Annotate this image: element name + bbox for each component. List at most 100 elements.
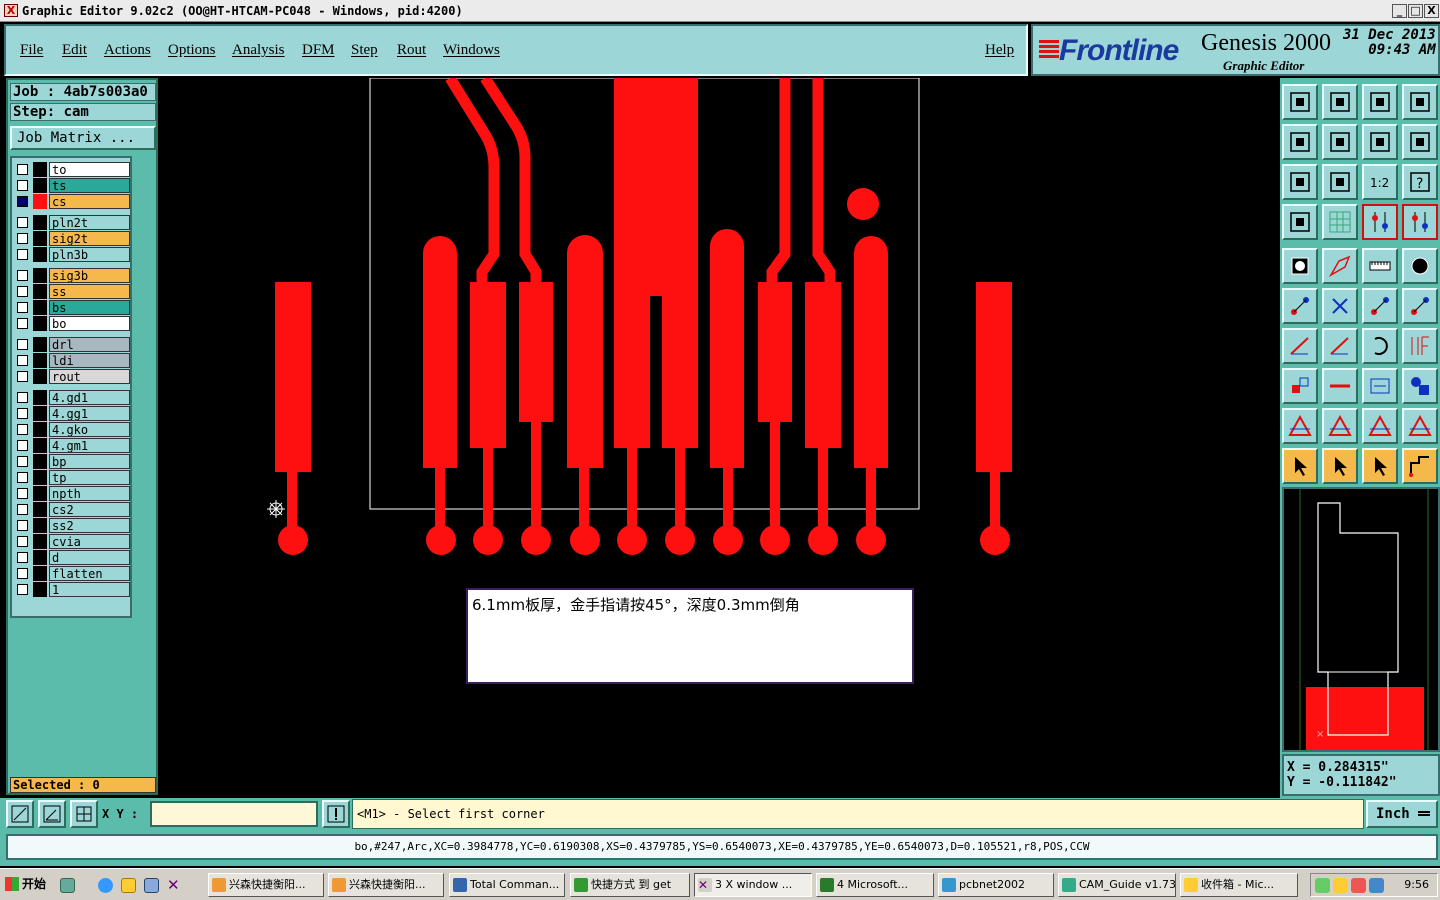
fit-button[interactable] (1282, 164, 1318, 200)
layer-checkbox[interactable] (17, 504, 28, 515)
layer-checkbox[interactable] (17, 408, 28, 419)
layer-row[interactable]: pln3b (13, 247, 131, 262)
task-button[interactable]: 兴森快捷衡阳... (328, 873, 444, 897)
layer-row[interactable]: ts (13, 178, 131, 193)
layer-row[interactable]: cs2 (13, 502, 131, 517)
layer-checkbox[interactable] (17, 302, 28, 313)
select-circle-button[interactable] (1362, 448, 1398, 484)
tray-icon[interactable] (1333, 878, 1348, 893)
tray-icon[interactable] (1351, 878, 1366, 893)
line-button[interactable] (1282, 328, 1318, 364)
layer-row[interactable]: d (13, 550, 131, 565)
layer-row[interactable]: bp (13, 454, 131, 469)
layer-row[interactable]: ss2 (13, 518, 131, 533)
drill-button[interactable] (1282, 204, 1318, 240)
minus-button[interactable] (1322, 368, 1358, 404)
layer-row[interactable]: npth (13, 486, 131, 501)
layer-checkbox[interactable] (17, 472, 28, 483)
layer-checkbox[interactable] (17, 552, 28, 563)
task-button[interactable]: CAM_Guide v1.73 (1058, 873, 1176, 897)
menu-help[interactable]: Help (985, 42, 1014, 59)
zoom-left-button[interactable] (1282, 124, 1318, 160)
task-button[interactable]: 兴森快捷衡阳... (208, 873, 324, 897)
layer-checkbox[interactable] (17, 286, 28, 297)
pad-button[interactable] (1282, 248, 1318, 284)
rotate-button[interactable] (1282, 368, 1318, 404)
home-button[interactable] (1282, 84, 1318, 120)
xy-input[interactable] (150, 801, 318, 827)
menu-rout[interactable]: Rout (397, 42, 426, 59)
layer-checkbox[interactable] (17, 217, 28, 228)
layer-row[interactable]: ldi (13, 353, 131, 368)
layers-button[interactable] (1362, 204, 1398, 240)
note-box[interactable]: 6.1mm板厚，金手指请按45°，深度0.3mm倒角 (466, 588, 914, 684)
move-button[interactable] (1362, 288, 1398, 324)
task-button[interactable]: 4 Microsoft... (816, 873, 934, 897)
arc-button[interactable] (1362, 328, 1398, 364)
layer-row[interactable]: sig2t (13, 231, 131, 246)
close-button[interactable]: X (1424, 4, 1439, 18)
open-button[interactable] (1322, 84, 1358, 120)
layer-checkbox[interactable] (17, 520, 28, 531)
layer-row[interactable]: cs (13, 194, 131, 209)
menu-dfm[interactable]: DFM (302, 42, 335, 59)
select-button[interactable] (1282, 448, 1318, 484)
layer-row[interactable]: pln2t (13, 215, 131, 230)
layer-checkbox[interactable] (17, 488, 28, 499)
grid-button[interactable] (1322, 204, 1358, 240)
layer-checkbox[interactable] (17, 424, 28, 435)
task-button[interactable]: ✕ 3 X window ... (694, 873, 812, 897)
minimize-button[interactable]: _ (1392, 4, 1407, 18)
slash-button[interactable] (1322, 328, 1358, 364)
tray-icon[interactable] (1315, 878, 1330, 893)
panel-button[interactable] (1402, 84, 1438, 120)
volume-icon[interactable] (1369, 878, 1384, 893)
menu-edit[interactable]: Edit (62, 42, 87, 59)
layer-checkbox[interactable] (17, 355, 28, 366)
layer-row[interactable]: cvia (13, 534, 131, 549)
xwin-icon[interactable]: ✕ (167, 878, 182, 893)
layer-checkbox[interactable] (17, 371, 28, 382)
layer-checkbox[interactable] (17, 270, 28, 281)
job-matrix-button[interactable]: Job Matrix ... (10, 126, 156, 150)
layer-row[interactable]: 1 (13, 582, 131, 597)
explorer-icon[interactable] (144, 878, 159, 893)
swap-button[interactable] (1402, 124, 1438, 160)
ie-icon[interactable] (98, 878, 113, 893)
layer-row[interactable]: ss (13, 284, 131, 299)
task-button[interactable]: Total Comman... (449, 873, 565, 897)
circle-button[interactable] (1402, 248, 1438, 284)
one-to-one-button[interactable]: 1:2 (1362, 164, 1398, 200)
graphic-canvas[interactable]: 6.1mm板厚，金手指请按45°，深度0.3mm倒角 (158, 78, 1280, 798)
layer-row[interactable]: sig3b (13, 268, 131, 283)
layer-row[interactable]: flatten (13, 566, 131, 581)
layer-checkbox[interactable] (17, 568, 28, 579)
resize-button[interactable] (1362, 368, 1398, 404)
layer-row[interactable]: drl (13, 337, 131, 352)
layer-checkbox[interactable] (17, 536, 28, 547)
help-button[interactable]: ? (1402, 164, 1438, 200)
undo-button[interactable] (1362, 124, 1398, 160)
layers-red-button[interactable] (1402, 204, 1438, 240)
zoom-right-button[interactable] (1322, 124, 1358, 160)
menu-windows[interactable]: Windows (443, 42, 500, 59)
layer-checkbox[interactable] (17, 196, 28, 207)
layer-checkbox[interactable] (17, 164, 28, 175)
select-box-button[interactable] (1322, 448, 1358, 484)
cross-button[interactable] (1322, 288, 1358, 324)
mail-icon[interactable] (121, 878, 136, 893)
maximize-button[interactable]: □ (1408, 4, 1423, 18)
alert-button[interactable] (322, 800, 350, 828)
group-button[interactable] (1402, 368, 1438, 404)
snap-grid-button[interactable] (6, 800, 34, 828)
layer-row[interactable]: 4.gd1 (13, 390, 131, 405)
overview-map[interactable]: × (1282, 487, 1440, 752)
layer-row[interactable]: tp (13, 470, 131, 485)
layer-row[interactable]: to (13, 162, 131, 177)
layer-checkbox[interactable] (17, 233, 28, 244)
layer-checkbox[interactable] (17, 440, 28, 451)
layer-checkbox[interactable] (17, 318, 28, 329)
copy-button[interactable] (1402, 288, 1438, 324)
start-button[interactable]: 开始 (2, 873, 48, 897)
menu-actions[interactable]: Actions (104, 42, 151, 59)
